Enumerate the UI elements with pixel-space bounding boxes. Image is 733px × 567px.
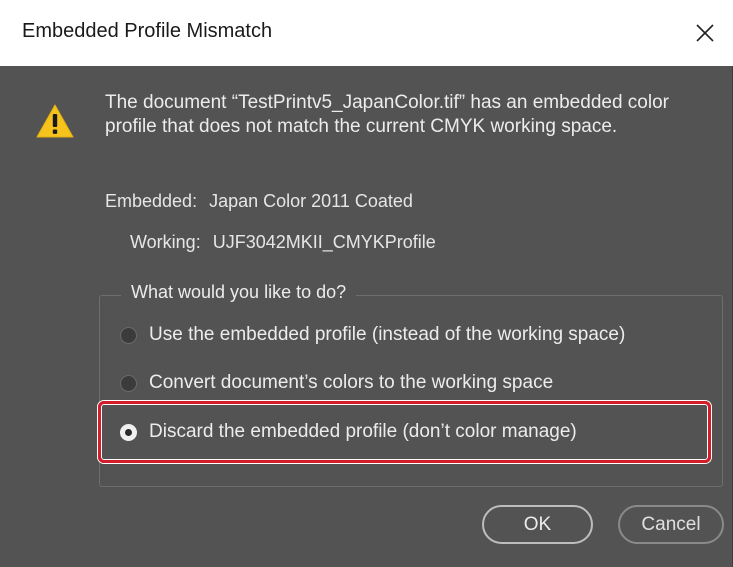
option-discard-profile-label: Discard the embedded profile (don’t colo… xyxy=(149,421,577,442)
title-bar: Embedded Profile Mismatch xyxy=(0,0,733,66)
embedded-profile-row: Embedded: Japan Color 2011 Coated xyxy=(105,191,413,212)
options-question: What would you like to do? xyxy=(121,282,357,303)
option-convert-colors-label: Convert document’s colors to the working… xyxy=(149,372,554,393)
option-discard-profile[interactable]: Discard the embedded profile (don’t colo… xyxy=(120,417,577,447)
option-use-embedded-label: Use the embedded profile (instead of the… xyxy=(149,324,626,345)
option-use-embedded[interactable]: Use the embedded profile (instead of the… xyxy=(120,320,625,350)
radio-convert-colors[interactable] xyxy=(120,374,137,392)
working-value: UJF3042MKII_CMYKProfile xyxy=(212,232,436,252)
dialog-body: The document “TestPrintv5_JapanColor.tif… xyxy=(0,66,733,567)
close-button[interactable] xyxy=(677,0,733,66)
embedded-value: Japan Color 2011 Coated xyxy=(209,191,413,211)
option-convert-colors[interactable]: Convert document’s colors to the working… xyxy=(120,368,553,398)
cancel-button[interactable]: Cancel xyxy=(618,505,724,544)
embedded-profile-dialog: Embedded Profile Mismatch The document “… xyxy=(0,0,733,567)
embedded-label: Embedded: xyxy=(105,191,198,211)
ok-button[interactable]: OK xyxy=(482,505,593,544)
radio-discard-profile[interactable] xyxy=(120,423,137,441)
close-icon xyxy=(696,24,714,42)
mismatch-message: The document “TestPrintv5_JapanColor.tif… xyxy=(105,92,669,137)
radio-use-embedded[interactable] xyxy=(120,326,137,344)
dialog-title: Embedded Profile Mismatch xyxy=(22,20,273,42)
working-profile-row: Working: UJF3042MKII_CMYKProfile xyxy=(130,232,436,253)
working-label: Working: xyxy=(130,232,201,252)
warning-icon xyxy=(36,104,74,138)
